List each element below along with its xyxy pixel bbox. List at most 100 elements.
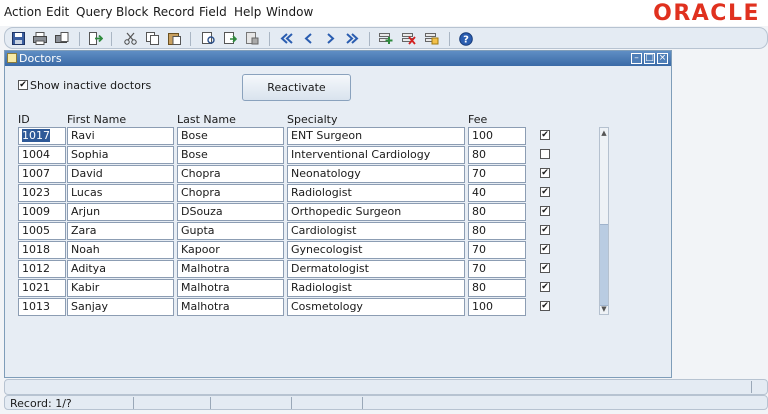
maximize-icon[interactable]: □ xyxy=(644,53,655,64)
cell-fee[interactable]: 70 xyxy=(468,260,526,278)
scroll-down-icon[interactable]: ▼ xyxy=(600,305,608,313)
cell-first[interactable]: David xyxy=(67,165,174,183)
cell-specialty[interactable]: Radiologist xyxy=(287,184,465,202)
cell-last[interactable]: Malhotra xyxy=(177,279,284,297)
cell-fee[interactable]: 70 xyxy=(468,165,526,183)
cell-last[interactable]: Malhotra xyxy=(177,298,284,316)
cell-specialty[interactable]: Orthopedic Surgeon xyxy=(287,203,465,221)
cell-fee[interactable]: 100 xyxy=(468,127,526,145)
last-record-icon[interactable] xyxy=(344,31,360,46)
cell-last[interactable]: Kapoor xyxy=(177,241,284,259)
cell-last[interactable]: Malhotra xyxy=(177,260,284,278)
menu-field[interactable]: Field xyxy=(199,5,227,19)
close-icon[interactable]: × xyxy=(657,53,668,64)
save-icon[interactable] xyxy=(10,31,26,46)
cell-fee[interactable]: 80 xyxy=(468,146,526,164)
menu-edit[interactable]: Edit xyxy=(46,5,69,19)
active-checkbox[interactable] xyxy=(540,149,550,159)
cell-first[interactable]: Kabir xyxy=(67,279,174,297)
delete-record-icon[interactable] xyxy=(401,31,417,46)
cell-id[interactable]: 1005 xyxy=(18,222,66,240)
active-checkbox[interactable]: ✔ xyxy=(540,130,550,140)
cell-first[interactable]: Noah xyxy=(67,241,174,259)
cell-id[interactable]: 1012 xyxy=(18,260,66,278)
cell-first[interactable]: Zara xyxy=(67,222,174,240)
cell-specialty[interactable]: Cardiologist xyxy=(287,222,465,240)
cell-id[interactable]: 1007 xyxy=(18,165,66,183)
cell-fee[interactable]: 80 xyxy=(468,279,526,297)
execute-query-icon[interactable] xyxy=(222,31,238,46)
cell-first[interactable]: Ravi xyxy=(67,127,174,145)
first-record-icon[interactable] xyxy=(278,31,294,46)
vertical-scrollbar[interactable]: ▲ ▼ xyxy=(599,127,609,315)
scroll-up-icon[interactable]: ▲ xyxy=(600,129,608,137)
table-row: 1013 Sanjay Malhotra Cosmetology 100 ✔ xyxy=(5,298,605,316)
cell-specialty[interactable]: Dermatologist xyxy=(287,260,465,278)
cell-id[interactable]: 1004 xyxy=(18,146,66,164)
active-checkbox[interactable]: ✔ xyxy=(540,168,550,178)
cancel-query-icon[interactable] xyxy=(244,31,260,46)
svg-text:?: ? xyxy=(463,34,469,45)
cell-specialty[interactable]: Cosmetology xyxy=(287,298,465,316)
cell-specialty[interactable]: Interventional Cardiology xyxy=(287,146,465,164)
exit-icon[interactable] xyxy=(88,31,104,46)
menu-help[interactable]: Help xyxy=(234,5,261,19)
enter-query-icon[interactable] xyxy=(200,31,216,46)
cell-first[interactable]: Sanjay xyxy=(67,298,174,316)
copy-icon[interactable] xyxy=(144,31,160,46)
cell-id[interactable]: 1017 xyxy=(18,127,66,145)
cell-fee[interactable]: 80 xyxy=(468,222,526,240)
clear-record-icon[interactable] xyxy=(424,31,440,46)
toolbar: ? xyxy=(4,27,768,49)
cell-id[interactable]: 1023 xyxy=(18,184,66,202)
cell-fee[interactable]: 40 xyxy=(468,184,526,202)
cell-last[interactable]: Bose xyxy=(177,146,284,164)
cell-first[interactable]: Sophia xyxy=(67,146,174,164)
cut-icon[interactable] xyxy=(122,31,138,46)
reactivate-button[interactable]: Reactivate xyxy=(242,74,351,101)
minimize-icon[interactable]: – xyxy=(631,53,642,64)
active-checkbox[interactable]: ✔ xyxy=(540,206,550,216)
menu-window[interactable]: Window xyxy=(266,5,313,19)
menu-action[interactable]: Action xyxy=(4,5,42,19)
cell-last[interactable]: Chopra xyxy=(177,165,284,183)
active-checkbox[interactable]: ✔ xyxy=(540,282,550,292)
previous-record-icon[interactable] xyxy=(300,31,316,46)
cell-first[interactable]: Lucas xyxy=(67,184,174,202)
active-checkbox[interactable]: ✔ xyxy=(540,263,550,273)
window-titlebar[interactable]: Doctors – □ × xyxy=(5,51,671,66)
active-checkbox[interactable]: ✔ xyxy=(540,187,550,197)
cell-specialty[interactable]: Neonatology xyxy=(287,165,465,183)
next-record-icon[interactable] xyxy=(322,31,338,46)
cell-specialty[interactable]: Radiologist xyxy=(287,279,465,297)
cell-fee[interactable]: 70 xyxy=(468,241,526,259)
active-checkbox[interactable]: ✔ xyxy=(540,301,550,311)
scrollbar-thumb[interactable] xyxy=(600,224,608,306)
cell-id[interactable]: 1018 xyxy=(18,241,66,259)
cell-first[interactable]: Aditya xyxy=(67,260,174,278)
cell-fee[interactable]: 80 xyxy=(468,203,526,221)
cell-id[interactable]: 1009 xyxy=(18,203,66,221)
insert-record-icon[interactable] xyxy=(378,31,394,46)
help-icon[interactable]: ? xyxy=(458,31,474,46)
cell-id[interactable]: 1013 xyxy=(18,298,66,316)
show-inactive-checkbox[interactable]: ✔ xyxy=(18,80,28,90)
cell-last[interactable]: Bose xyxy=(177,127,284,145)
paste-icon[interactable] xyxy=(166,31,182,46)
menu-record[interactable]: Record xyxy=(153,5,194,19)
cell-last[interactable]: DSouza xyxy=(177,203,284,221)
cell-specialty[interactable]: Gynecologist xyxy=(287,241,465,259)
cell-fee[interactable]: 100 xyxy=(468,298,526,316)
cell-last[interactable]: Gupta xyxy=(177,222,284,240)
cell-last[interactable]: Chopra xyxy=(177,184,284,202)
menu-query[interactable]: Query xyxy=(76,5,112,19)
active-checkbox[interactable]: ✔ xyxy=(540,225,550,235)
column-header-last-name: Last Name xyxy=(177,113,236,126)
print-preview-icon[interactable] xyxy=(54,31,70,46)
print-icon[interactable] xyxy=(32,31,48,46)
cell-id[interactable]: 1021 xyxy=(18,279,66,297)
active-checkbox[interactable]: ✔ xyxy=(540,244,550,254)
menu-block[interactable]: Block xyxy=(116,5,148,19)
cell-first[interactable]: Arjun xyxy=(67,203,174,221)
cell-specialty[interactable]: ENT Surgeon xyxy=(287,127,465,145)
